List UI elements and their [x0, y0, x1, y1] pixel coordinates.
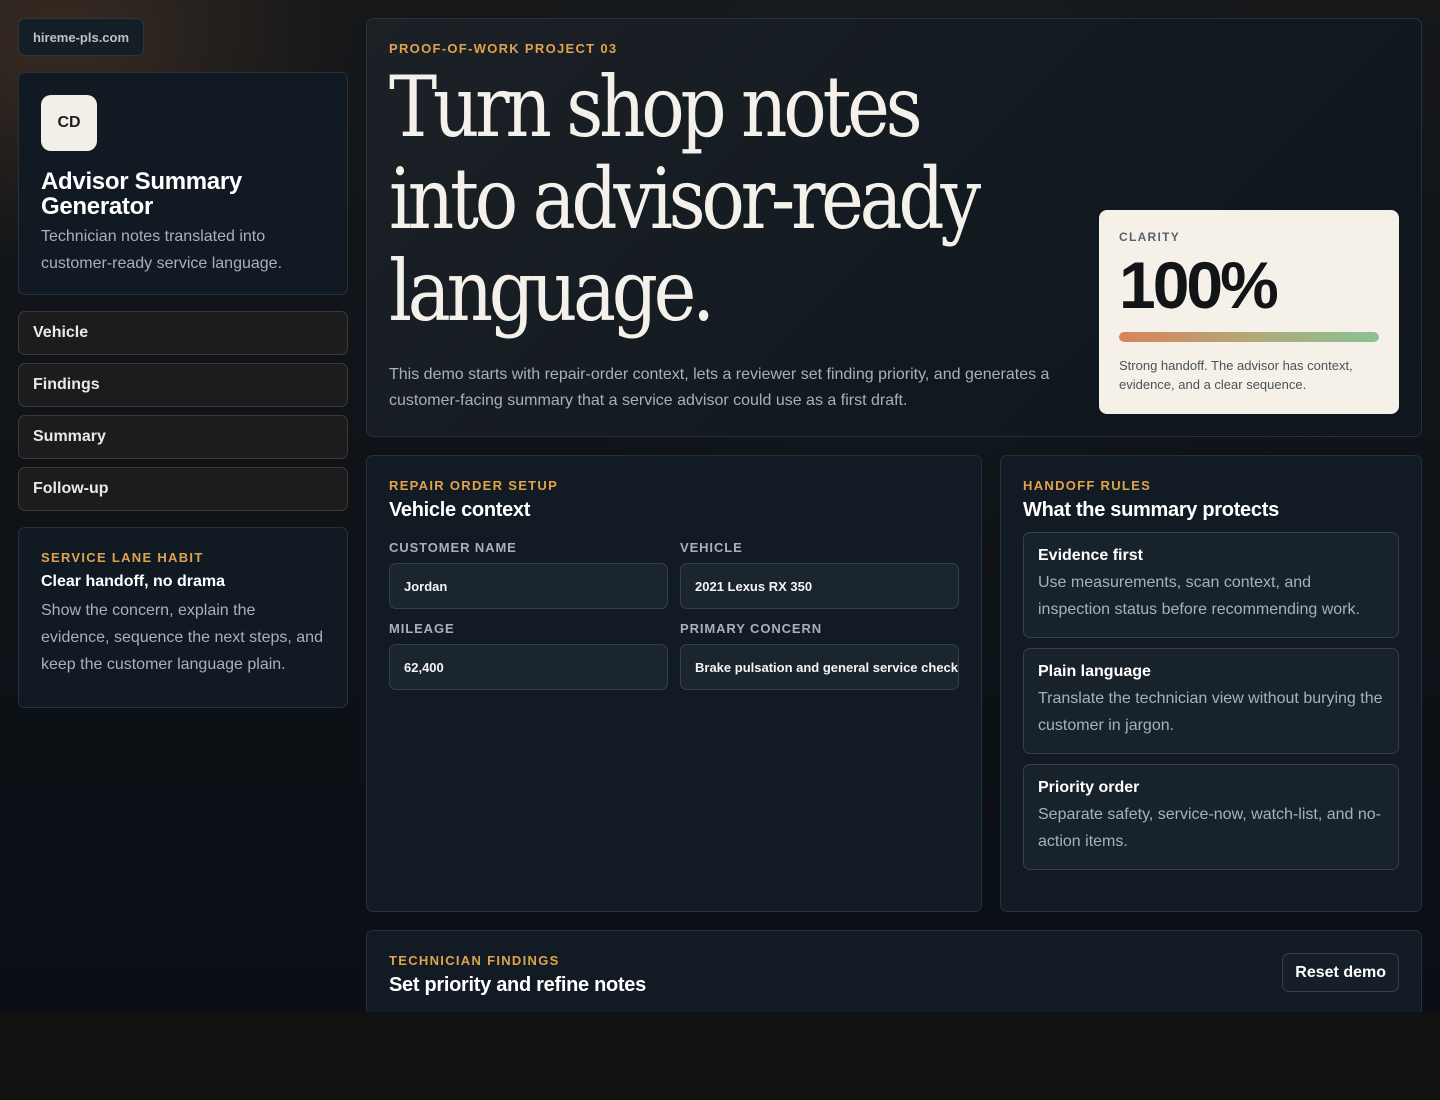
rule-plain-language: Plain language Translate the technician … [1023, 648, 1399, 754]
logo: CD [41, 95, 97, 151]
rule-body: Separate safety, service-now, watch-list… [1038, 806, 1381, 850]
primary-concern-label: PRIMARY CONCERN [680, 621, 823, 636]
clarity-note: Strong handoff. The advisor has context,… [1119, 358, 1353, 392]
clarity-value: 100% [1119, 248, 1279, 322]
rule-body: Translate the technician view without bu… [1038, 690, 1383, 734]
rule-title: Evidence first [1038, 547, 1143, 564]
clarity-progress-fill [1119, 332, 1379, 342]
habit-title: Clear handoff, no drama [41, 573, 226, 590]
clarity-progress-bar [1119, 332, 1379, 342]
findings-title: Set priority and refine notes [389, 974, 646, 996]
clarity-label: CLARITY [1119, 230, 1181, 244]
customer-name-input[interactable] [389, 563, 668, 609]
nav-item-findings[interactable]: Findings [18, 363, 348, 407]
habit-eyebrow: SERVICE LANE HABIT [41, 550, 204, 565]
app-title: Advisor Summary Generator [41, 168, 242, 220]
hero-eyebrow: PROOF-OF-WORK PROJECT 03 [389, 41, 618, 56]
repair-order-setup-panel: REPAIR ORDER SETUP Vehicle context CUSTO… [366, 455, 982, 912]
rule-priority-order: Priority order Separate safety, service-… [1023, 764, 1399, 870]
hero-title: Turn shop notes into advisor-ready langu… [389, 58, 981, 340]
vehicle-group: VEHICLE [680, 540, 959, 609]
site-domain-link[interactable]: hireme-pls.com [18, 18, 144, 56]
mileage-group: MILEAGE [389, 621, 668, 690]
clarity-score-card: CLARITY 100% Strong handoff. The advisor… [1099, 210, 1399, 414]
hero-description: This demo starts with repair-order conte… [389, 366, 1050, 409]
rule-evidence-first: Evidence first Use measurements, scan co… [1023, 532, 1399, 638]
rule-title: Priority order [1038, 779, 1140, 796]
handoff-rules-panel: HANDOFF RULES What the summary protects … [1000, 455, 1422, 912]
vehicle-input[interactable] [680, 563, 959, 609]
rules-eyebrow: HANDOFF RULES [1023, 478, 1152, 493]
rule-body: Use measurements, scan context, and insp… [1038, 574, 1360, 618]
rules-list: Evidence first Use measurements, scan co… [1023, 532, 1399, 870]
mileage-label: MILEAGE [389, 621, 455, 636]
findings-eyebrow: TECHNICIAN FINDINGS [389, 953, 560, 968]
vehicle-label: VEHICLE [680, 540, 743, 555]
mileage-input[interactable] [389, 644, 668, 690]
nav-item-vehicle[interactable]: Vehicle [18, 311, 348, 355]
service-habit-card: SERVICE LANE HABIT Clear handoff, no dra… [18, 527, 348, 708]
technician-findings-panel: TECHNICIAN FINDINGS Set priority and ref… [366, 930, 1422, 1012]
app-viewport: hireme-pls.com CD Advisor Summary Genera… [0, 0, 1440, 1012]
nav-item-follow-up[interactable]: Follow-up [18, 467, 348, 511]
reset-demo-button[interactable]: Reset demo [1282, 953, 1399, 992]
customer-name-label: CUSTOMER NAME [389, 540, 517, 555]
customer-name-group: CUSTOMER NAME [389, 540, 668, 609]
bottom-bar [0, 1012, 1440, 1100]
rule-title: Plain language [1038, 663, 1151, 680]
primary-concern-input[interactable] [680, 644, 959, 690]
primary-concern-group: PRIMARY CONCERN [680, 621, 959, 690]
habit-body: Show the concern, explain the evidence, … [41, 602, 323, 673]
setup-title: Vehicle context [389, 499, 531, 521]
brand-card: CD Advisor Summary Generator Technician … [18, 72, 348, 295]
hero-section: PROOF-OF-WORK PROJECT 03 Turn shop notes… [366, 18, 1422, 437]
setup-eyebrow: REPAIR ORDER SETUP [389, 478, 559, 493]
nav-item-summary[interactable]: Summary [18, 415, 348, 459]
app-subtitle: Technician notes translated into custome… [41, 228, 283, 272]
vehicle-form: CUSTOMER NAME VEHICLE MILEAGE PRIMARY CO… [389, 540, 959, 690]
rules-title: What the summary protects [1023, 499, 1279, 521]
